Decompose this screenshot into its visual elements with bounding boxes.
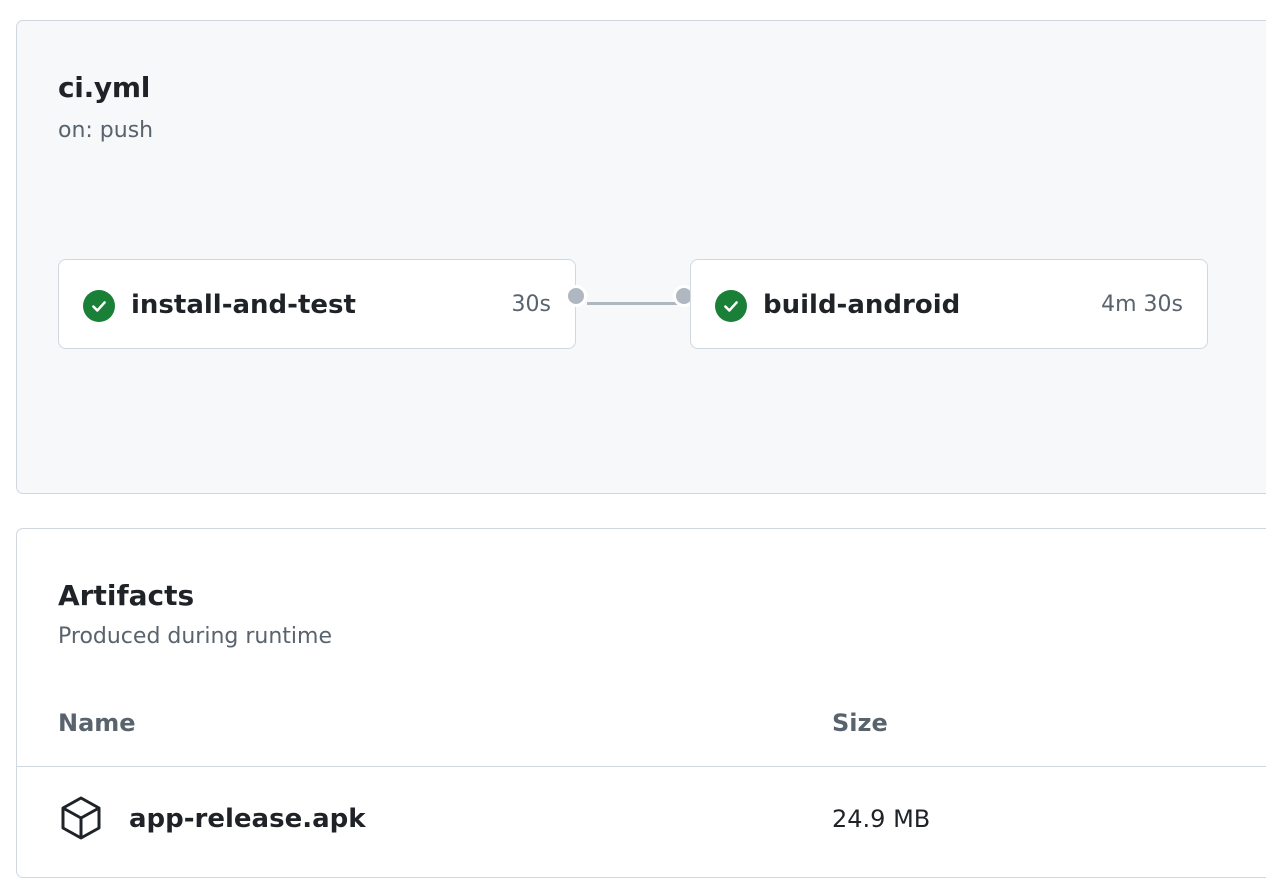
artifact-download-link[interactable]: app-release.apk <box>129 801 366 837</box>
column-header-size: Size <box>832 709 888 737</box>
job-connector-line <box>587 302 679 305</box>
job-duration: 30s <box>511 292 551 317</box>
job-name: build-android <box>763 290 961 320</box>
workflow-graph-panel: ci.yml on: push install-and-test 30s bui… <box>16 20 1266 494</box>
artifact-size: 24.9 MB <box>832 805 931 833</box>
table-row: app-release.apk 24.9 MB <box>17 767 1266 877</box>
job-card-install-and-test[interactable]: install-and-test 30s <box>58 259 576 349</box>
package-icon <box>59 795 103 841</box>
artifacts-subtitle: Produced during runtime <box>58 624 333 649</box>
check-circle-icon <box>715 290 747 322</box>
job-duration: 4m 30s <box>1101 292 1183 317</box>
check-circle-icon <box>83 290 115 322</box>
workflow-trigger: on: push <box>58 118 154 143</box>
column-header-name: Name <box>58 709 136 737</box>
artifacts-title: Artifacts <box>58 579 195 612</box>
workflow-title: ci.yml <box>58 71 151 104</box>
job-card-build-android[interactable]: build-android 4m 30s <box>690 259 1208 349</box>
artifacts-panel: Artifacts Produced during runtime Name S… <box>16 528 1266 878</box>
job-name: install-and-test <box>131 290 356 320</box>
job-connector-out-dot <box>565 285 587 307</box>
